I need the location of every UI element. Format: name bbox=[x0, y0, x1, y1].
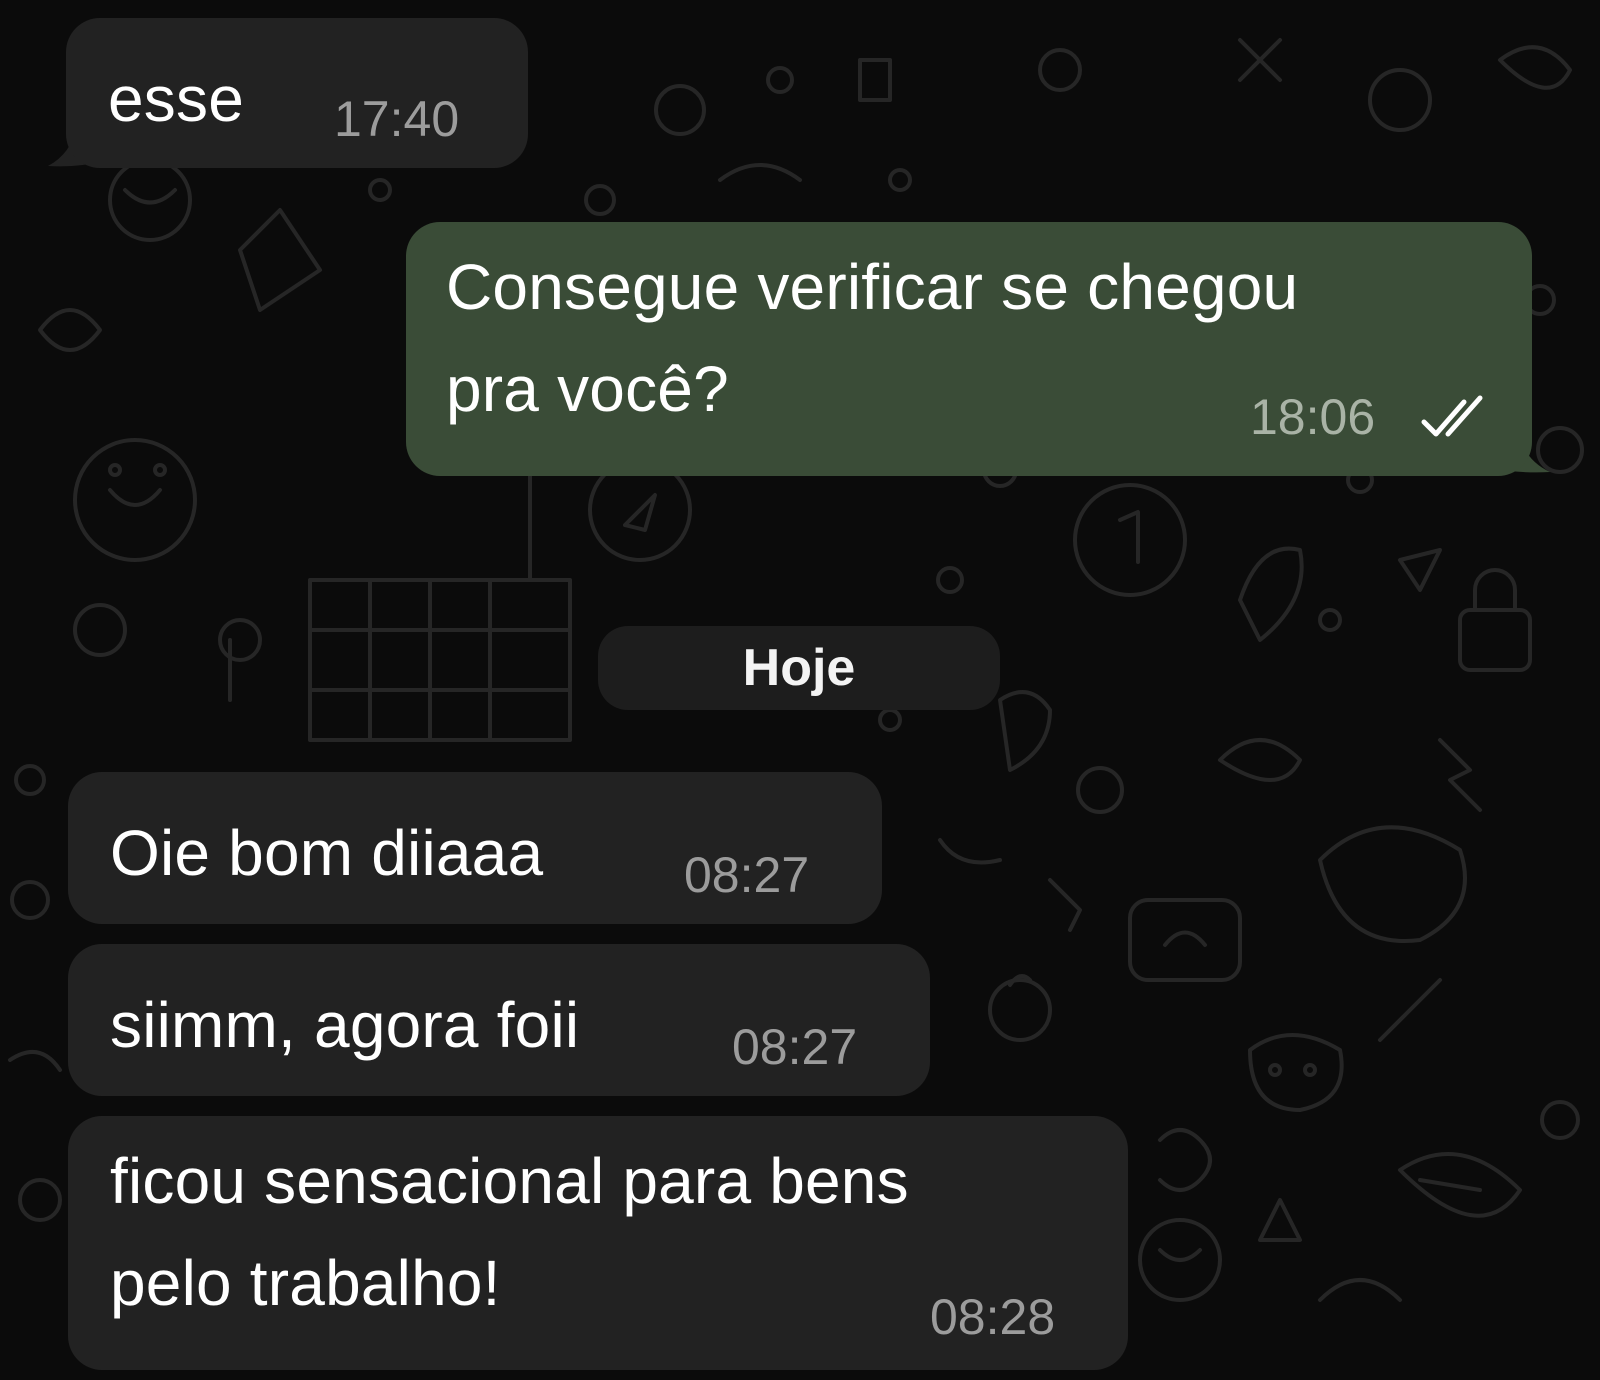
message-text-line: pra você? bbox=[446, 353, 729, 425]
double-check-icon bbox=[1421, 395, 1483, 437]
message-text: esse bbox=[108, 63, 244, 135]
message-bubble-incoming[interactable]: Oie bom diiaaa 08:27 bbox=[68, 772, 882, 924]
message-bubble-outgoing[interactable]: Consegue verificar se chegou pra você? 1… bbox=[406, 222, 1532, 476]
message-timestamp: 17:40 bbox=[334, 91, 460, 147]
message-text: Oie bom diiaaa bbox=[110, 817, 544, 889]
date-separator: Hoje bbox=[598, 626, 1000, 710]
chat-area[interactable]: esse 17:40 Consegue verificar se chegou … bbox=[0, 0, 1600, 1380]
message-text-line: pelo trabalho! bbox=[110, 1247, 501, 1319]
message-timestamp: 08:27 bbox=[684, 847, 810, 903]
message-text-line: ficou sensacional para bens bbox=[110, 1145, 909, 1217]
message-timestamp: 18:06 bbox=[1250, 389, 1376, 445]
message-bubble-incoming[interactable]: esse 17:40 bbox=[66, 18, 528, 168]
message-text-line: Consegue verificar se chegou bbox=[446, 251, 1299, 323]
message-bubble-incoming[interactable]: siimm, agora foii 08:27 bbox=[68, 944, 930, 1096]
message-timestamp: 08:27 bbox=[732, 1019, 858, 1075]
message-timestamp: 08:28 bbox=[930, 1289, 1056, 1345]
message-bubble-incoming[interactable]: ficou sensacional para bens pelo trabalh… bbox=[68, 1116, 1128, 1370]
message-text: siimm, agora foii bbox=[110, 989, 580, 1061]
